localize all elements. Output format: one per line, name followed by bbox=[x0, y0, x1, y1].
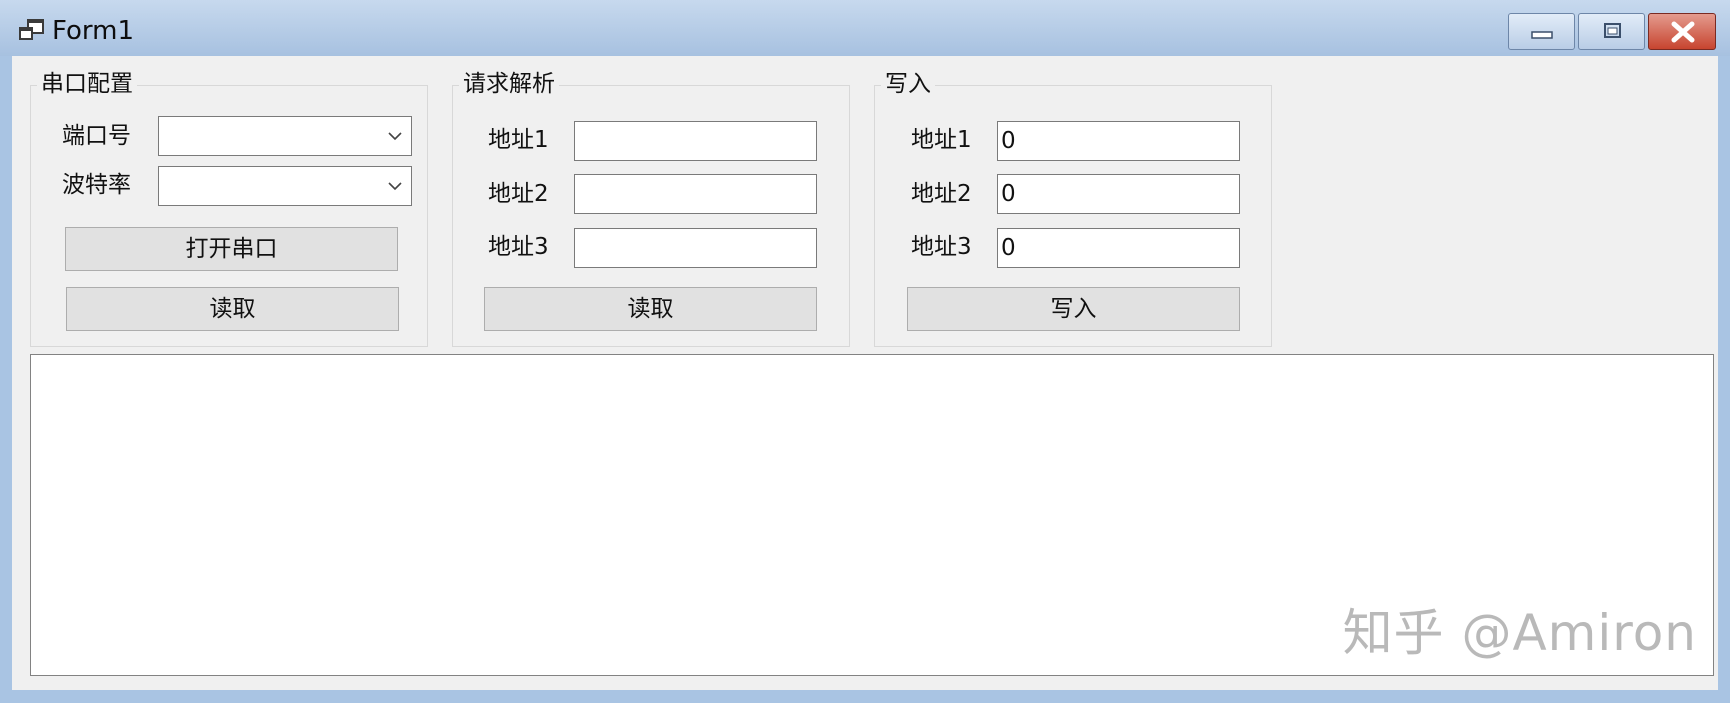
write-title: 写入 bbox=[881, 70, 935, 98]
write-address-2-label: 地址2 bbox=[911, 181, 972, 207]
watermark: 知乎 @Amiron bbox=[1342, 604, 1697, 662]
write-address-1-label: 地址1 bbox=[911, 127, 972, 153]
request-parse-title: 请求解析 bbox=[459, 70, 559, 98]
open-port-button[interactable]: 打开串口 bbox=[65, 227, 398, 271]
maximize-icon bbox=[1604, 23, 1621, 38]
write-address-2-input[interactable]: 0 bbox=[997, 174, 1240, 214]
request-address-1-input[interactable] bbox=[574, 121, 817, 161]
write-address-3-input[interactable]: 0 bbox=[997, 228, 1240, 268]
app-icon bbox=[19, 19, 44, 40]
window-title: Form1 bbox=[52, 16, 135, 46]
baud-label: 波特率 bbox=[62, 172, 131, 198]
maximize-button[interactable] bbox=[1578, 13, 1645, 50]
baud-combobox[interactable] bbox=[158, 166, 412, 206]
request-address-3-label: 地址3 bbox=[488, 234, 549, 260]
request-address-2-label: 地址2 bbox=[488, 181, 549, 207]
serial-read-button[interactable]: 读取 bbox=[66, 287, 399, 331]
request-address-2-input[interactable] bbox=[574, 174, 817, 214]
port-combobox[interactable] bbox=[158, 116, 412, 156]
write-address-3-label: 地址3 bbox=[911, 234, 972, 260]
title-bar[interactable]: Form1 bbox=[0, 0, 1730, 56]
request-read-button[interactable]: 读取 bbox=[484, 287, 817, 331]
output-textbox[interactable]: 知乎 @Amiron bbox=[30, 354, 1714, 676]
chevron-down-icon bbox=[388, 182, 402, 191]
chevron-down-icon bbox=[388, 132, 402, 141]
minimize-icon bbox=[1531, 31, 1553, 39]
minimize-button[interactable] bbox=[1508, 13, 1575, 50]
write-button[interactable]: 写入 bbox=[907, 287, 1240, 331]
app-window: Form1 串口配置 端口号 波特率 打开串口 读取 请求解析 地址1 地址2 … bbox=[0, 0, 1730, 703]
form-client-area: 串口配置 端口号 波特率 打开串口 读取 请求解析 地址1 地址2 地址3 读取… bbox=[12, 56, 1718, 690]
close-button[interactable] bbox=[1648, 13, 1716, 50]
serial-config-title: 串口配置 bbox=[37, 70, 137, 98]
close-icon bbox=[1671, 21, 1695, 43]
request-address-3-input[interactable] bbox=[574, 228, 817, 268]
request-address-1-label: 地址1 bbox=[488, 127, 549, 153]
write-address-1-input[interactable]: 0 bbox=[997, 121, 1240, 161]
port-label: 端口号 bbox=[62, 123, 131, 149]
